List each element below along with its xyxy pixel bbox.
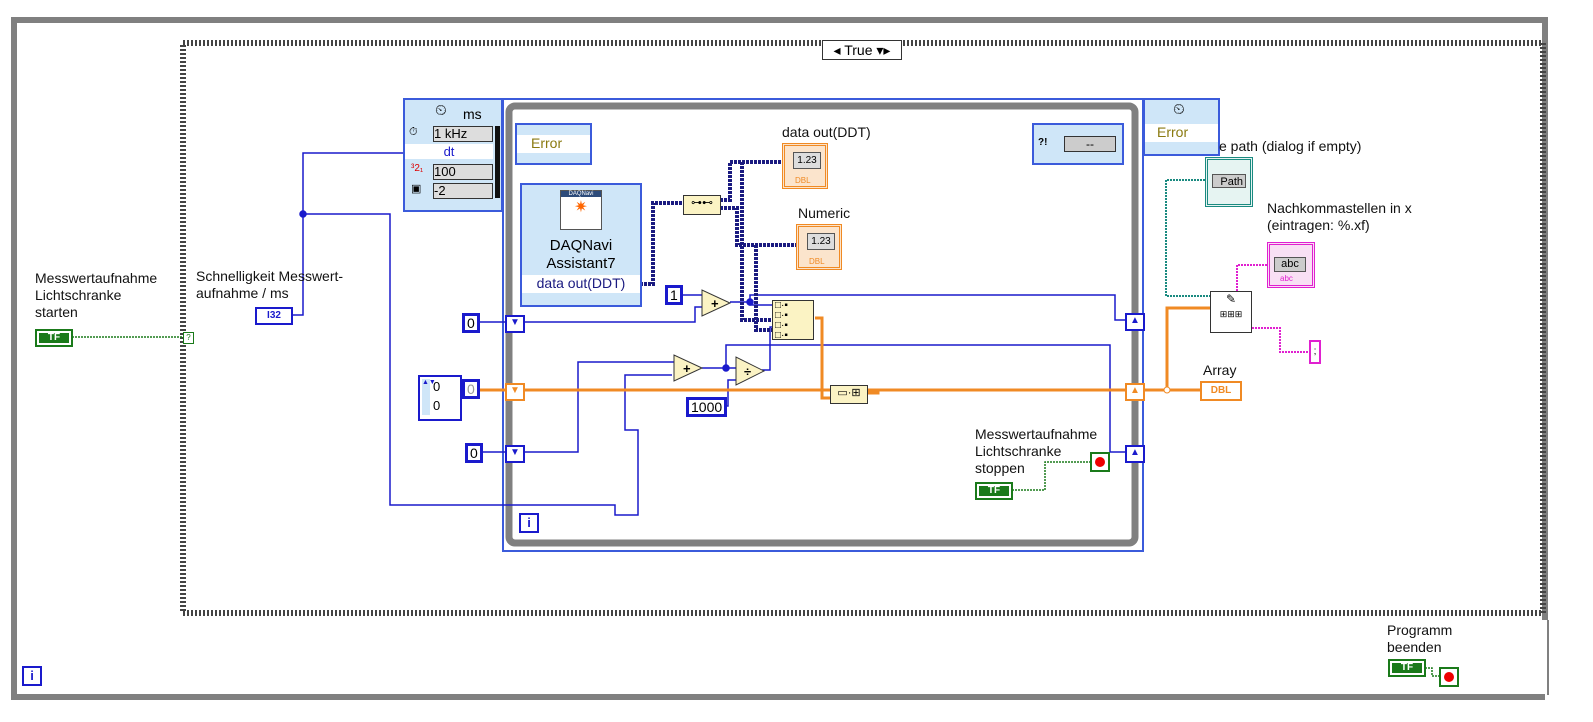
case-selector-terminal: ? — [183, 332, 194, 344]
add-symbol: + — [711, 296, 719, 311]
speed-label: Schnelligkeit Messwert- aufnahme / ms — [196, 268, 344, 301]
error-out: Error — [1145, 124, 1218, 142]
array-element: 0 — [433, 398, 441, 413]
file-path-control[interactable]: Path — [1205, 157, 1253, 207]
error-in: Error — [517, 135, 590, 153]
table-icon: ⊞⊞⊞ — [1219, 309, 1243, 319]
data-out-label: data out(DDT) — [782, 124, 871, 140]
start-label: Messwertaufnahme Lichtschranke starten — [35, 270, 158, 320]
array-index-icon: ▲▼ — [422, 379, 436, 415]
dt-terminal[interactable]: dt — [405, 144, 493, 159]
error-cluster-node[interactable]: Error — [515, 123, 592, 165]
array-label: Array — [1203, 362, 1237, 378]
clock-icon: ⏲ — [435, 102, 447, 119]
timed-loop-output-node[interactable]: ⏲ Error — [1143, 98, 1220, 156]
format-control[interactable]: abc abc — [1267, 242, 1315, 288]
array-index[interactable]: 0 — [462, 379, 480, 399]
daq-output-terminal[interactable]: data out(DDT) — [522, 275, 640, 293]
shift-register-right[interactable]: ▲ — [1125, 445, 1145, 463]
start-control[interactable]: TF — [35, 329, 73, 347]
priority-icon: ³2₁ — [411, 163, 424, 174]
daqnavi-logo: DAQNavi ✷ — [560, 190, 602, 230]
iteration-terminal-inner: i — [519, 513, 539, 533]
loop-stop-condition[interactable] — [1090, 452, 1110, 472]
divide-symbol: ÷ — [744, 364, 751, 379]
shift-register-right[interactable]: ▲ — [1125, 313, 1145, 331]
format-label: Nachkommastellen in x (eintragen: %.xf) — [1267, 200, 1412, 233]
case-selector-prev-icon[interactable]: ◂ — [834, 42, 841, 58]
build-array-function-2[interactable]: ▭·⊞ — [830, 385, 868, 404]
processor-icon: ▣ — [411, 183, 422, 195]
shift-register-left[interactable]: ▼ — [505, 315, 525, 333]
case-selector-next-icon[interactable]: ▸ — [883, 42, 890, 58]
array-indicator[interactable]: DBL — [1200, 381, 1242, 401]
timer-icon: ⏱ — [409, 126, 418, 138]
format-value: abc — [1274, 257, 1306, 272]
array-element: 0 — [433, 379, 441, 394]
timing-source[interactable]: 1 kHz — [433, 126, 493, 142]
constant-thousand[interactable]: 1000 — [686, 397, 728, 417]
daq-title: DAQNavi Assistant7 — [546, 237, 616, 272]
node-bar — [495, 126, 500, 198]
outer-loop-stop-condition[interactable] — [1439, 667, 1459, 687]
constant-one[interactable]: 1 — [665, 285, 683, 305]
constant-zero-b[interactable]: 0 — [465, 443, 483, 463]
pencil-icon: ✎ — [1225, 292, 1237, 306]
processor-value[interactable]: -2 — [433, 183, 493, 199]
case-selector[interactable]: ◂ True ▾▸ — [822, 40, 902, 60]
status-icon: ?! — [1038, 137, 1048, 148]
wires-layer: + + ÷ — [11, 17, 1549, 700]
path-value: Path — [1212, 174, 1246, 188]
constant-zero-a[interactable]: 0 — [462, 313, 480, 333]
stop-icon — [1444, 672, 1454, 682]
iteration-terminal-outer: i — [22, 666, 42, 686]
array-constant[interactable]: ▲▼ 0 0 — [418, 375, 462, 421]
daq-assistant[interactable]: DAQNavi ✷ DAQNavi Assistant7 data out(DD… — [520, 183, 642, 307]
stop-program-control[interactable]: TF — [1388, 659, 1426, 677]
status-node[interactable]: ?! -- — [1032, 123, 1124, 165]
status-value: -- — [1064, 136, 1116, 152]
numeric-indicator[interactable]: 1.23 DBL — [796, 224, 842, 270]
timed-loop-input-node[interactable]: ⏲ ms 1 kHz ⏱ dt 100 ³2₁ -2 ▣ — [403, 98, 503, 212]
numeric-label: Numeric — [798, 205, 851, 221]
stop-icon — [1095, 457, 1105, 467]
stop-inner-label: Messwertaufnahme Lichtschranke stoppen — [975, 426, 1098, 476]
stop-program-label: Programm beenden — [1387, 622, 1453, 655]
write-spreadsheet-function[interactable]: ✎ ⊞⊞⊞ — [1210, 291, 1252, 333]
stop-inner-control[interactable]: TF — [975, 482, 1013, 500]
split-signals-function[interactable]: ⊶⊷ — [683, 195, 721, 215]
shift-register-right-array[interactable]: ▲ — [1125, 383, 1145, 401]
clock-icon: ⏲ — [1173, 101, 1185, 118]
delimiter-constant[interactable]: ; — [1309, 340, 1321, 364]
build-array-function[interactable]: □·▪ □·▪ □·▪ □·▪ — [772, 300, 814, 341]
shift-register-left[interactable]: ▼ — [505, 445, 525, 463]
add-symbol-2: + — [683, 361, 691, 376]
unit-label: ms — [463, 106, 482, 122]
data-out-indicator[interactable]: 1.23 DBL — [782, 143, 828, 189]
block-diagram: + + ÷ ◂ True ▾▸ ? Messwertaufnahme Licht… — [0, 0, 1593, 722]
priority-value[interactable]: 100 — [433, 164, 493, 180]
file-path-label: e path (dialog if empty) — [1219, 138, 1362, 154]
speed-control[interactable]: I32 — [255, 307, 293, 325]
shift-register-left-array[interactable]: ▼ — [505, 383, 525, 401]
